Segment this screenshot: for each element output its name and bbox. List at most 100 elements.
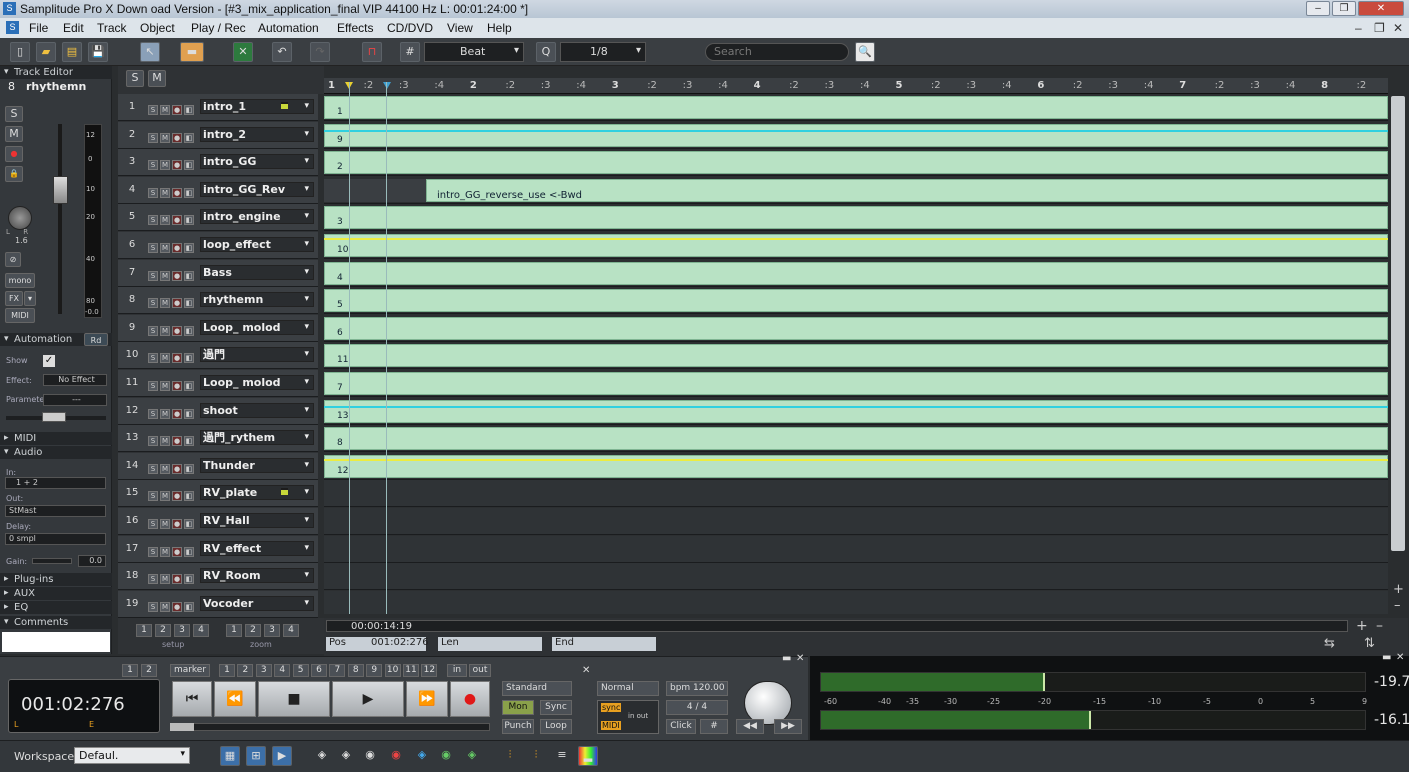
track-header[interactable]: 16 S M ● ◧ RV_Hall (118, 508, 318, 535)
menu-help[interactable]: Help (487, 21, 512, 35)
locator-button[interactable]: 1 (122, 664, 138, 677)
track-record-toggle[interactable]: ● (172, 187, 182, 198)
automation-show-checkbox[interactable]: ✓ (43, 355, 55, 367)
track-lane[interactable]: intro_GG_reverse_use <-Bwd (324, 176, 1388, 204)
track-monitor-toggle[interactable]: ◧ (184, 132, 194, 143)
track-solo-toggle[interactable]: S (148, 325, 158, 336)
audio-clip[interactable]: 3 (324, 206, 1388, 230)
setup-preset-button[interactable]: 3 (174, 624, 190, 637)
setup-preset-button[interactable]: 2 (155, 624, 171, 637)
track-lane[interactable] (324, 508, 1388, 535)
fx-dropdown[interactable]: ▾ (24, 291, 36, 306)
track-name[interactable]: 過門 (200, 347, 314, 363)
solo-all-button[interactable]: S (126, 70, 144, 87)
automation-line[interactable] (324, 129, 1388, 132)
track-solo-toggle[interactable]: S (148, 353, 158, 364)
bpm-field[interactable]: bpm 120.00 (666, 681, 728, 696)
menu-view[interactable]: View (447, 21, 473, 35)
waveform-split-icon[interactable]: ⫶ (526, 746, 546, 766)
save-icon[interactable]: 💾 (88, 42, 108, 62)
audio-gain-slider[interactable] (32, 558, 72, 564)
track-lane[interactable] (324, 590, 1388, 614)
track-solo-toggle[interactable]: S (148, 408, 158, 419)
track-name[interactable]: RV_Hall (200, 513, 314, 528)
track-name[interactable]: shoot (200, 402, 314, 418)
track-monitor-toggle[interactable]: ◧ (184, 463, 194, 474)
track-header[interactable]: 14 S M ● ◧ Thunder (118, 452, 318, 480)
track-lane[interactable]: 3 (324, 204, 1388, 232)
track-name[interactable]: intro_2 (200, 126, 314, 142)
transport-close-icon-2[interactable]: ✕ (796, 653, 804, 664)
fx-button[interactable]: FX (5, 291, 23, 306)
track-monitor-toggle[interactable]: ◧ (184, 519, 194, 529)
track-mute-toggle[interactable]: M (160, 160, 170, 171)
speed-select[interactable]: Normal (597, 681, 659, 696)
audio-clip[interactable]: intro_GG_reverse_use <-Bwd (426, 178, 1388, 202)
track-mute-toggle[interactable]: M (160, 353, 170, 364)
track-header[interactable]: 9 S M ● ◧ Loop_ molod (118, 314, 318, 342)
eye-icon[interactable]: ◉ (360, 746, 380, 766)
track-solo-toggle[interactable]: S (148, 381, 158, 391)
track-mute-toggle[interactable]: M (160, 436, 170, 447)
track-monitor-toggle[interactable]: ◧ (184, 491, 194, 502)
track-header[interactable]: 11 S M ● ◧ Loop_ molod (118, 370, 318, 397)
eye-green-icon[interactable]: ◉ (436, 746, 456, 766)
track-record-toggle[interactable]: ● (172, 601, 182, 612)
audio-clip[interactable]: 4 (324, 261, 1388, 285)
player-icon[interactable]: ▶ (272, 746, 292, 766)
track-name[interactable]: loop_effect (200, 237, 314, 252)
track-solo-toggle[interactable]: S (148, 187, 158, 198)
track-record-toggle[interactable]: ● (172, 408, 182, 419)
track-record-toggle[interactable]: ● (172, 270, 182, 281)
audio-clip[interactable]: 1 (324, 96, 1388, 119)
click-settings-button[interactable]: # (700, 719, 728, 734)
transport-close-icon[interactable]: ✕ (582, 665, 590, 676)
track-header[interactable]: 18 S M ● ◧ RV_Room (118, 563, 318, 591)
track-solo-toggle[interactable]: S (148, 132, 158, 143)
marker-in-button[interactable]: in (447, 664, 467, 677)
marker-next-icon[interactable]: ◈ (336, 746, 356, 766)
marker-button[interactable]: 4 (274, 664, 291, 677)
automation-parameter-select[interactable]: --- (43, 394, 107, 406)
automation-line[interactable] (324, 405, 1388, 408)
menu-effects[interactable]: Effects (337, 21, 373, 35)
audio-section-header[interactable]: Audio (0, 446, 112, 459)
track-record-toggle[interactable]: ● (172, 105, 182, 115)
track-header[interactable]: 7 S M ● ◧ Bass (118, 259, 318, 287)
list-icon[interactable]: ≡ (552, 746, 572, 766)
track-record-toggle[interactable]: ● (172, 243, 182, 253)
track-header[interactable]: 4 S M ● ◧ intro_GG_Rev (118, 176, 318, 204)
track-lane[interactable] (324, 480, 1388, 508)
spectrum-icon[interactable]: ▂ (578, 746, 598, 766)
scrub-back-button[interactable]: ◀◀ (736, 719, 764, 734)
track-header[interactable]: 15 S M ● ◧ RV_plate (118, 480, 318, 508)
scrub-forward-button[interactable]: ▶▶ (774, 719, 802, 734)
end-field[interactable]: End (552, 637, 656, 651)
midi-button[interactable]: MIDI (5, 308, 35, 323)
track-lane[interactable]: 2 (324, 149, 1388, 177)
menu-edit[interactable]: Edit (63, 21, 84, 35)
track-name[interactable]: intro_1 (200, 99, 314, 114)
zoom-preset-button[interactable]: 1 (226, 624, 242, 637)
track-monitor-toggle[interactable]: ◧ (184, 436, 194, 447)
pan-knob[interactable] (8, 206, 32, 230)
audio-clip[interactable]: 8 (324, 427, 1388, 451)
marker-button[interactable]: 3 (255, 664, 272, 677)
track-solo-toggle[interactable]: S (148, 463, 158, 474)
track-monitor-toggle[interactable]: ◧ (184, 105, 194, 115)
audio-clip[interactable]: 6 (324, 316, 1388, 340)
track-mute-toggle[interactable]: M (160, 574, 170, 585)
track-lane[interactable]: 6 (324, 314, 1388, 342)
track-lane[interactable]: 13 (324, 397, 1388, 425)
audio-clip[interactable]: 9 (324, 123, 1388, 147)
timeline-ruler[interactable]: 1:2:3:4 2:2:3:4 3:2:3:4 4:2:3:4 5:2:3:4 6:2:3… (324, 78, 1388, 94)
eye-red-icon[interactable]: ◉ (386, 746, 406, 766)
track-record-toggle[interactable]: ● (172, 215, 182, 226)
marker-blue-icon[interactable]: ◈ (412, 746, 432, 766)
automation-line[interactable] (324, 458, 1388, 461)
volume-fader[interactable] (53, 176, 68, 204)
magnet-snap-icon[interactable]: ⊓ (362, 42, 382, 62)
transport-progress[interactable] (170, 723, 490, 731)
aux-section-header[interactable]: AUX (0, 587, 112, 600)
punch-button[interactable]: Punch (502, 719, 534, 734)
